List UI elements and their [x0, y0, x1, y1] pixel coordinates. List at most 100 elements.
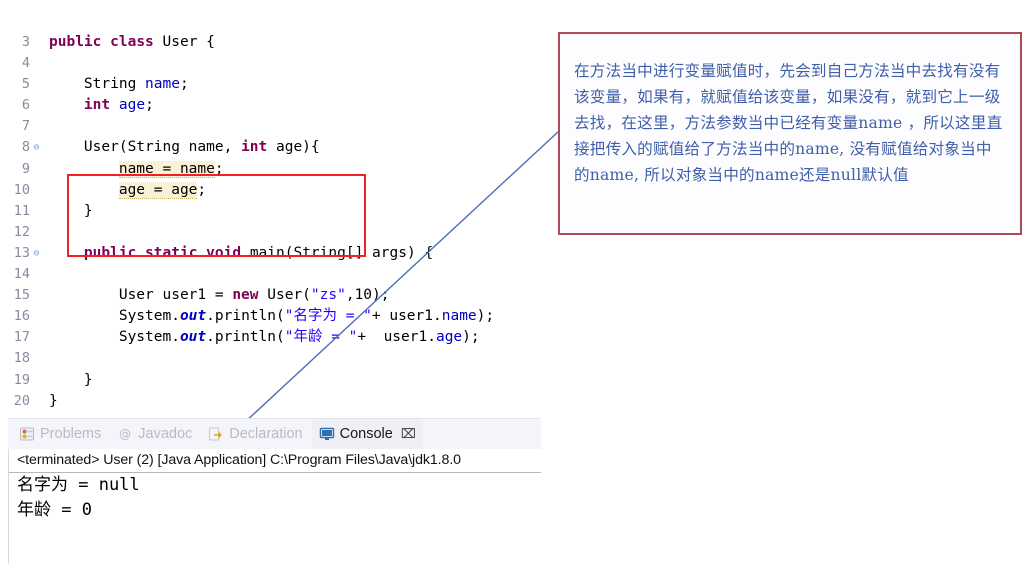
- line-number: 16: [13, 308, 30, 325]
- code-line: 4: [0, 53, 545, 74]
- code-token: .println(: [206, 329, 285, 346]
- code-token: void: [206, 244, 242, 261]
- line-number: 20: [13, 392, 30, 409]
- code-token: System.: [49, 329, 180, 346]
- console-tab-javadoc[interactable]: @ Javadoc: [110, 419, 199, 449]
- console-tab-label: Declaration: [229, 426, 303, 442]
- code-token: public: [49, 34, 102, 50]
- line-number: 11: [13, 202, 30, 219]
- code-line: 14: [0, 264, 545, 285]
- console-output-line: 年龄 = 0: [17, 500, 92, 520]
- code-text: int age;: [43, 95, 154, 116]
- code-token: User(String name,: [49, 139, 242, 156]
- code-line: 7: [0, 116, 545, 137]
- code-text: }: [43, 201, 93, 222]
- code-token: name: [145, 76, 180, 93]
- code-token: ;: [214, 160, 224, 177]
- console-tab-problems[interactable]: Problems: [12, 419, 108, 449]
- code-text: }: [43, 370, 93, 391]
- console-tab-label: Problems: [40, 426, 102, 442]
- line-number: 4: [21, 55, 30, 72]
- code-token: }: [49, 202, 93, 219]
- console-output-line: 名字为 = null: [17, 475, 140, 495]
- code-token: }: [49, 371, 93, 388]
- line-number: 7: [21, 118, 30, 135]
- java-code-editor[interactable]: 3 public class User {4 5 String name; 6 int…: [0, 32, 545, 409]
- code-token: name = name: [118, 160, 215, 178]
- code-line: 20}: [0, 391, 545, 412]
- code-fold-icon[interactable]: ⊖: [30, 243, 43, 264]
- code-line-list: 3 public class User {4 5 String name; 6 int…: [0, 32, 545, 412]
- console-tab-label: Console: [339, 426, 393, 442]
- code-token: + user1.: [357, 329, 436, 346]
- code-text: User user1 = new User("zs",10);: [43, 285, 390, 306]
- code-token: "年龄 = ": [284, 329, 358, 346]
- code-token: User user1 =: [49, 287, 233, 304]
- line-number: 6: [21, 97, 30, 114]
- code-line: 10 age = age;: [0, 180, 545, 201]
- console-body[interactable]: <terminated> User (2) [Java Application]…: [8, 449, 541, 564]
- console-output: 名字为 = null 年龄 = 0: [9, 473, 541, 523]
- code-text: User(String name, int age){: [43, 137, 320, 158]
- line-number: 14: [13, 266, 30, 283]
- code-text: public static void main(String[] args) {: [43, 243, 433, 264]
- code-line: 12: [0, 222, 545, 243]
- console-icon: [319, 426, 335, 442]
- code-token: );: [476, 308, 495, 325]
- code-token: int: [83, 97, 111, 114]
- line-number: 10: [13, 181, 30, 198]
- code-token: "名字为 = ": [284, 308, 372, 325]
- code-text: System.out.println("名字为 = "+ user1.name)…: [43, 306, 494, 327]
- code-token: age){: [267, 139, 320, 156]
- code-line: 15 User user1 = new User("zs",10);: [0, 285, 545, 306]
- code-token: class: [110, 34, 154, 50]
- line-number: 19: [13, 371, 30, 388]
- close-icon[interactable]: ⌧: [401, 426, 416, 442]
- annotation-text: 在方法当中进行变量赋值时，先会到自己方法当中去找有没有该变量，如果有，就赋值给该…: [574, 62, 1003, 184]
- code-token: out: [179, 329, 207, 346]
- code-line: 16 System.out.println("名字为 = "+ user1.na…: [0, 306, 545, 327]
- code-token: public: [83, 244, 137, 261]
- code-token: ,10);: [345, 287, 390, 304]
- code-text: name = name;: [43, 159, 224, 180]
- code-token: ;: [179, 76, 189, 93]
- line-number: 15: [13, 287, 30, 304]
- code-token: age = age: [118, 181, 198, 199]
- console-tab-console[interactable]: Console ⌧: [311, 419, 423, 449]
- code-line: 6 int age;: [0, 95, 545, 116]
- code-line: 19 }: [0, 370, 545, 391]
- console-launch-config-line: <terminated> User (2) [Java Application]…: [9, 449, 541, 473]
- code-token: System.: [49, 308, 180, 325]
- code-token: User(: [258, 287, 311, 304]
- code-line: 5 String name;: [0, 74, 545, 95]
- code-token: "zs": [310, 287, 346, 304]
- code-token: age: [118, 97, 146, 114]
- code-token: User {: [153, 34, 215, 50]
- line-number: 9: [21, 160, 30, 177]
- code-token: }: [49, 392, 58, 409]
- code-line: 3 public class User {: [0, 32, 545, 53]
- code-token: static: [145, 244, 198, 261]
- code-token: String: [49, 76, 146, 93]
- line-number: 18: [13, 350, 30, 367]
- console-tab-label: Javadoc: [138, 426, 193, 442]
- line-number: 5: [21, 76, 30, 93]
- code-token: name: [441, 308, 477, 325]
- code-token: ;: [145, 97, 154, 114]
- code-line: 13 ⊖ public static void main(String[] arg…: [0, 243, 545, 264]
- code-token: new: [232, 287, 259, 304]
- line-number: 8: [21, 139, 30, 156]
- code-token: main(String[] args) {: [241, 244, 434, 261]
- problems-icon: [19, 426, 35, 442]
- console-tab-declaration[interactable]: Declaration: [201, 419, 309, 449]
- code-text: String name;: [43, 74, 189, 95]
- code-fold-icon[interactable]: ⊖: [30, 137, 43, 158]
